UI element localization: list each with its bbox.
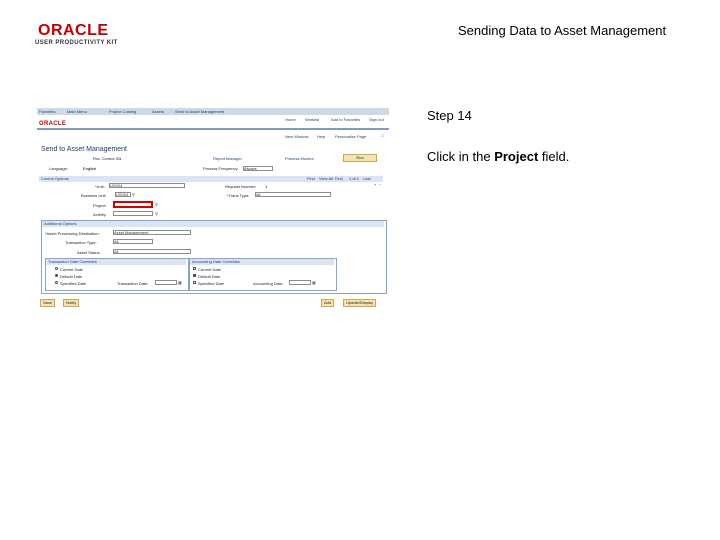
app-page-title: Send to Asset Management — [41, 146, 127, 153]
acct-current-date-label: Current Date — [198, 267, 221, 272]
language-value: English — [83, 166, 97, 171]
sub-link-help[interactable]: Help — [317, 134, 325, 139]
step-label: Step 14 — [427, 108, 472, 123]
trans-specified-date-radio[interactable] — [55, 281, 58, 284]
grid-page-count: 1 of 1 — [349, 176, 360, 181]
transaction-type-label: *Trans Type: — [227, 193, 250, 198]
processing-frequency-value: Always — [244, 166, 257, 171]
accounting-date-title: Accounting Date Overrides — [192, 259, 240, 264]
top-link-worklist[interactable]: Worklist — [305, 117, 319, 122]
nav-favorites[interactable]: Favorites — [39, 109, 55, 114]
project-field[interactable] — [113, 201, 153, 208]
run-button[interactable]: Run — [343, 154, 377, 162]
asset-status-select[interactable]: All — [113, 249, 191, 254]
instruction-suffix: field. — [538, 149, 570, 164]
sub-link-new-window[interactable]: New Window — [285, 134, 308, 139]
oracle-logo: ORACLE — [38, 22, 109, 39]
trans-default-date-radio[interactable] — [55, 274, 58, 277]
notify-button[interactable]: Notify — [63, 299, 80, 307]
app-brand-logo: ORACLE — [39, 121, 67, 127]
nav-main-menu[interactable]: Main Menu — [67, 109, 87, 114]
processing-frequency-select[interactable]: Always — [243, 166, 273, 171]
nav-project-costing[interactable]: Project Costing — [109, 109, 136, 114]
app-header-separator — [37, 128, 389, 130]
accounting-date-field[interactable] — [289, 280, 311, 285]
accounting-date-calendar-icon[interactable]: ▦ — [312, 280, 316, 285]
trans-default-date-label: Default Date — [60, 274, 83, 279]
grid-view-all-link[interactable]: View All — [319, 176, 333, 181]
asset-status-label: Asset Status: — [77, 250, 101, 255]
instruction-text: Click in the Project field. — [427, 149, 569, 164]
acct-specified-date-label: Specified Date — [198, 281, 225, 286]
transaction-date-field[interactable] — [155, 280, 177, 285]
activity-lookup-icon[interactable]: ⚲ — [155, 211, 158, 216]
transaction-type-select[interactable]: All — [255, 192, 331, 197]
project-lookup-icon[interactable]: ⚲ — [155, 202, 158, 207]
transaction-type2-label: Transaction Type: — [65, 240, 97, 245]
business-unit-field-label: Business Unit: — [81, 193, 107, 198]
report-manager-link[interactable]: Report Manager — [213, 156, 242, 161]
instruction-prefix: Click in the — [427, 149, 495, 164]
asset-destination-select[interactable]: Asset Management — [113, 230, 191, 235]
transaction-date-title: Transaction Date Overrides — [48, 259, 97, 264]
transaction-date-label: Transaction Date: — [117, 281, 149, 286]
transaction-type-value: All — [256, 192, 261, 197]
business-unit-label: *Unit: — [95, 184, 105, 189]
transaction-type2-value: All — [114, 239, 119, 244]
save-button[interactable]: Save — [40, 299, 56, 307]
trans-current-date-label: Current Date — [60, 267, 83, 272]
business-unit-field[interactable]: US004 — [115, 192, 131, 197]
business-unit-select[interactable]: US004 — [109, 183, 185, 188]
project-label: Project: — [93, 203, 107, 208]
nav-assets[interactable]: Assets — [152, 109, 164, 114]
transaction-date-header: Transaction Date Overrides — [46, 259, 186, 265]
application-screenshot: Favorites Main Menu Project Costing Asse… — [37, 108, 389, 308]
top-link-sign-out[interactable]: Sign out — [369, 117, 384, 122]
additional-options-title: Additional Options — [44, 221, 77, 226]
acct-default-date-radio[interactable] — [193, 274, 196, 277]
acct-specified-date-radio[interactable] — [193, 281, 196, 284]
business-unit-field-value: US004 — [116, 192, 129, 197]
transaction-type2-select[interactable]: All — [113, 239, 153, 244]
process-monitor-link[interactable]: Process Monitor — [285, 156, 314, 161]
top-link-home[interactable]: Home — [285, 117, 296, 122]
asset-destination-value: Asset Management — [114, 230, 149, 235]
request-number-label: Request Number: — [225, 184, 257, 189]
add-button[interactable]: Add — [321, 299, 335, 307]
acct-current-date-radio[interactable] — [193, 267, 196, 270]
add-row-icon[interactable]: + — [374, 182, 376, 187]
business-unit-lookup-icon[interactable]: ⚲ — [132, 192, 135, 197]
help-icon[interactable]: □ — [381, 133, 383, 138]
upk-logo-subtitle: USER PRODUCTIVITY KIT — [35, 40, 118, 46]
accounting-date-label: Accounting Date: — [253, 281, 284, 286]
asset-destination-label: *Asset Processing Destination: — [45, 231, 100, 236]
processing-frequency-label: Process Frequency: — [203, 166, 239, 171]
update-display-button[interactable]: Update/Display — [343, 299, 377, 307]
nav-send-to-asset-mgmt[interactable]: Send to Asset Management — [175, 109, 224, 114]
run-control-value: 1 — [119, 156, 122, 161]
grid-first-link[interactable]: First — [335, 176, 343, 181]
asset-status-value: All — [114, 249, 119, 254]
delete-row-icon[interactable]: − — [379, 182, 381, 187]
control-options-title: Control Options — [41, 176, 69, 181]
app-nav-bar: Favorites Main Menu Project Costing Asse… — [37, 108, 389, 115]
run-control-label: Run Control ID: — [93, 156, 121, 161]
instruction-field-name: Project — [494, 149, 539, 164]
request-number-value: 1 — [265, 184, 268, 189]
activity-label: Activity: — [93, 212, 107, 217]
transaction-date-calendar-icon[interactable]: ▦ — [178, 280, 182, 285]
grid-find-link[interactable]: Find — [307, 176, 315, 181]
trans-specified-date-label: Specified Date — [60, 281, 87, 286]
business-unit-value: US004 — [110, 183, 123, 188]
acct-default-date-label: Default Date — [198, 274, 221, 279]
language-label: Language: — [49, 166, 68, 171]
slide-title: Sending Data to Asset Management — [458, 23, 667, 38]
additional-options-header: Additional Options — [42, 221, 384, 227]
trans-current-date-radio[interactable] — [55, 267, 58, 270]
sub-link-personalize[interactable]: Personalize Page — [335, 134, 366, 139]
activity-field[interactable] — [113, 211, 153, 216]
top-link-add-favorites[interactable]: Add to Favorites — [331, 117, 360, 122]
accounting-date-header: Accounting Date Overrides — [190, 259, 334, 265]
grid-last-link[interactable]: Last — [363, 176, 371, 181]
